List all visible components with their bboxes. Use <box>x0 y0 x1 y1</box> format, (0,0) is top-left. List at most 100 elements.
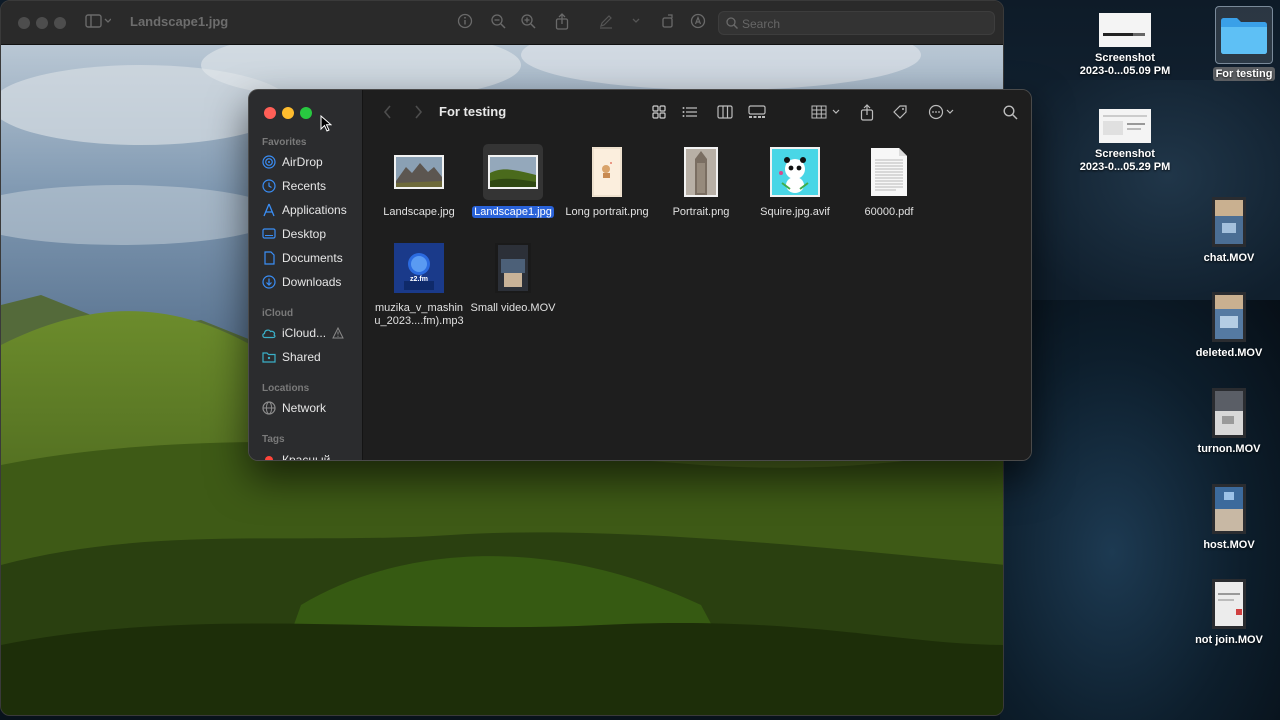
sidebar-section-icloud: iCloud <box>262 308 294 319</box>
file-item[interactable]: z2.fm muzika_v_mashin u_2023....fm).mp3 <box>372 240 466 328</box>
file-name: Landscape1.jpg <box>472 206 554 218</box>
sidebar-toggle-icon[interactable] <box>85 13 112 31</box>
file-item[interactable]: 60000.pdf <box>842 144 936 219</box>
sidebar-item-network[interactable]: Network <box>261 398 359 418</box>
file-item[interactable]: Long portrait.png <box>560 144 654 219</box>
minimize-button[interactable] <box>36 17 48 29</box>
grid-icon <box>652 105 666 119</box>
desktop-item-label: turnon.MOV <box>1197 443 1261 455</box>
folder-title: For testing <box>439 104 507 119</box>
zoom-out-icon[interactable] <box>489 13 507 31</box>
icon-view-button[interactable] <box>649 102 669 122</box>
red-tag-icon <box>261 452 277 460</box>
preview-toolbar: Landscape1.jpg Search <box>1 1 1003 45</box>
close-button[interactable] <box>18 17 30 29</box>
sidebar-item-icloud-drive[interactable]: iCloud... <box>261 323 359 343</box>
sidebar-item-label: AirDrop <box>282 155 323 169</box>
video-thumbnail <box>495 243 531 293</box>
desktop-item-video[interactable]: host.MOV <box>1169 483 1280 552</box>
group-grid-icon <box>811 105 840 119</box>
applications-icon <box>261 202 277 218</box>
sidebar-section-tags: Tags <box>262 434 285 445</box>
desktop-item-video[interactable]: not join.MOV <box>1169 578 1280 647</box>
search-icon <box>726 17 738 29</box>
file-item[interactable]: Small video.MOV <box>466 240 560 315</box>
columns-icon <box>717 105 733 119</box>
sidebar-item-label: Applications <box>282 203 347 217</box>
sidebar-item-tag-red[interactable]: Красный <box>261 450 359 460</box>
sidebar-item-label: Downloads <box>282 275 342 289</box>
desktop-item-label: not join.MOV <box>1195 634 1263 646</box>
gallery-icon <box>748 105 766 118</box>
gallery-view-button[interactable] <box>746 102 768 122</box>
finder-window: Favorites AirDrop Recents Applications D… <box>248 89 1032 461</box>
column-view-button[interactable] <box>714 102 736 122</box>
close-button[interactable] <box>264 107 276 119</box>
sidebar-item-desktop[interactable]: Desktop <box>261 224 359 244</box>
download-icon <box>261 274 277 290</box>
preview-title: Landscape1.jpg <box>130 14 229 29</box>
sidebar-item-recents[interactable]: Recents <box>261 176 359 196</box>
zoom-button[interactable] <box>300 107 312 119</box>
file-name: Portrait.png <box>672 206 730 218</box>
screenshot-thumbnail <box>1099 109 1151 143</box>
desktop-item-label: Screenshot 2023-0...05.29 PM <box>1079 148 1171 173</box>
info-icon[interactable] <box>456 13 474 31</box>
desktop-item-label: For testing <box>1212 67 1276 81</box>
rotate-icon[interactable] <box>659 13 677 31</box>
sidebar-item-shared[interactable]: Shared <box>261 347 359 367</box>
sidebar-item-airdrop[interactable]: AirDrop <box>261 152 359 172</box>
desktop-item-folder[interactable]: For testing <box>1184 6 1280 81</box>
file-item[interactable]: Squire.jpg.avif <box>748 144 842 219</box>
zoom-button[interactable] <box>54 17 66 29</box>
file-item-selected[interactable]: Landscape1.jpg <box>466 144 560 219</box>
video-thumbnail <box>1212 388 1246 438</box>
video-thumbnail <box>1212 579 1246 629</box>
clock-icon <box>261 178 277 194</box>
sidebar-item-downloads[interactable]: Downloads <box>261 272 359 292</box>
tag-button[interactable] <box>890 102 910 122</box>
file-name: muzika_v_mashin u_2023....fm).mp3 <box>374 302 464 327</box>
desktop-item-label: deleted.MOV <box>1195 347 1263 359</box>
desktop-item-video[interactable]: turnon.MOV <box>1169 387 1280 456</box>
list-icon <box>682 107 697 117</box>
highlight-icon[interactable] <box>689 13 707 31</box>
file-item[interactable]: Landscape.jpg <box>372 144 466 219</box>
sidebar-item-applications[interactable]: Applications <box>261 200 359 220</box>
sidebar-item-label: Recents <box>282 179 327 193</box>
sidebar-item-documents[interactable]: Documents <box>261 248 359 268</box>
minimize-button[interactable] <box>282 107 294 119</box>
markup-pen-icon[interactable] <box>597 13 615 31</box>
chevron-down-icon[interactable] <box>627 13 645 31</box>
search-field[interactable]: Search <box>718 11 995 35</box>
image-thumbnail <box>488 155 538 189</box>
cloud-icon <box>261 325 277 341</box>
desktop-item-video[interactable]: chat.MOV <box>1169 196 1280 265</box>
list-view-button[interactable] <box>680 102 700 122</box>
share-icon <box>860 103 874 121</box>
mouse-cursor-icon <box>320 115 332 132</box>
more-actions-button[interactable] <box>927 102 959 122</box>
file-name: Landscape.jpg <box>383 206 455 218</box>
desktop-icon <box>261 226 277 242</box>
finder-toolbar: For testing <box>363 90 1031 134</box>
ellipsis-circle-icon <box>928 104 954 120</box>
finder-content: For testing Landscape.jpg Landscape1.jpg… <box>363 90 1031 460</box>
search-button[interactable] <box>1000 102 1020 122</box>
zoom-in-icon[interactable] <box>519 13 537 31</box>
screenshot-thumbnail <box>1099 13 1151 47</box>
forward-arrow-icon[interactable] <box>411 103 425 121</box>
sidebar-section-locations: Locations <box>262 383 310 394</box>
video-thumbnail <box>1212 197 1246 247</box>
share-button[interactable] <box>857 102 877 122</box>
pdf-thumbnail <box>871 148 907 196</box>
image-thumbnail <box>394 155 444 189</box>
desktop-item-screenshot[interactable]: Screenshot 2023-0...05.09 PM <box>1065 12 1185 78</box>
share-icon[interactable] <box>553 13 571 31</box>
group-by-button[interactable] <box>809 102 843 122</box>
back-arrow-icon[interactable] <box>381 103 395 121</box>
sidebar-section-favorites: Favorites <box>262 137 307 148</box>
desktop-item-screenshot[interactable]: Screenshot 2023-0...05.29 PM <box>1065 108 1185 174</box>
file-item[interactable]: Portrait.png <box>654 144 748 219</box>
desktop-item-video[interactable]: deleted.MOV <box>1169 291 1280 360</box>
